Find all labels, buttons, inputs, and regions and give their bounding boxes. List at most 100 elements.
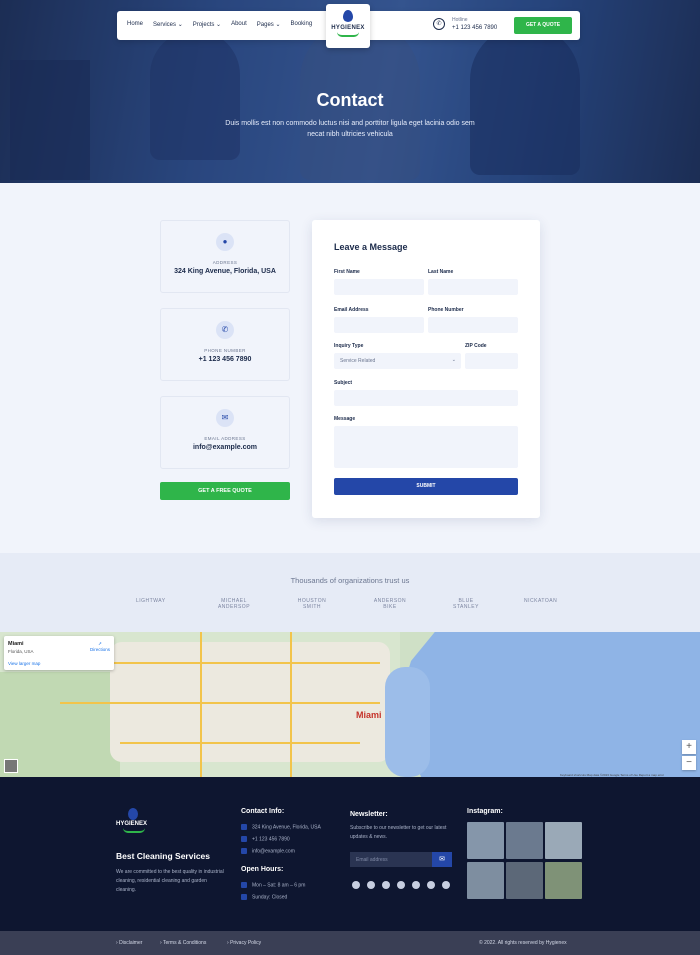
hours-sunday: Sunday: Closed [241,894,287,900]
last-name-input[interactable] [428,279,518,295]
instagram-thumbnail[interactable] [467,862,504,899]
inquiry-type-select[interactable]: Service Related ⌄ [334,353,461,369]
instagram-thumbnail[interactable] [506,862,543,899]
contact-info-heading: Contact Info: [241,808,285,815]
chevron-right-icon: › [160,940,162,946]
site-logo[interactable]: HYGIENEX [326,4,370,48]
envelope-icon [241,848,247,854]
google-map[interactable]: Miami Miami Florida, USA View larger map… [0,632,700,777]
nav-about[interactable]: About [231,21,247,28]
email-value[interactable]: info@example.com [161,444,289,451]
linkedin-icon[interactable] [412,881,420,889]
logo-text: HYGIENEX [331,25,365,31]
email-input[interactable] [334,317,424,333]
phone-icon: ✆ [216,321,234,339]
instagram-thumbnail[interactable] [506,822,543,859]
map-bay [385,667,430,777]
message-textarea[interactable] [334,426,518,468]
map-road [120,742,360,744]
footer-address-text: 324 King Avenue, Florida, USA [252,824,321,831]
nav-pages[interactable]: Pages ⌄ [257,21,281,28]
first-name-label: First Name [334,269,360,275]
zoom-out-button[interactable]: − [682,756,696,770]
water-drop-icon [343,10,353,22]
phone-label: PHONE NUMBER [204,348,246,353]
water-drop-icon [128,808,138,820]
whatsapp-icon[interactable] [427,881,435,889]
footer-phone[interactable]: +1 123 456 7890 [241,836,290,842]
submit-button[interactable]: SUBMIT [334,478,518,495]
footer-logo-text[interactable]: HYGIENEX [116,821,147,827]
newsletter-text: Subscribe to our newsletter to get our l… [350,825,447,840]
subject-input[interactable] [334,390,518,406]
brand-logo: BLUE STANLEY [453,598,479,610]
contact-form: Leave a Message First Name Last Name Ema… [312,220,540,518]
brand-logo: ANDERSON BIKE [373,598,407,610]
inquiry-type-value: Service Related [340,358,376,364]
zip-input[interactable] [465,353,518,369]
youtube-icon[interactable] [382,881,390,889]
phone-input[interactable] [428,317,518,333]
clock-icon [241,882,247,888]
instagram-thumbnail[interactable] [545,822,582,859]
zip-label: ZIP Code [465,343,487,349]
view-larger-map-link[interactable]: View larger map [8,661,40,666]
map-road [60,702,380,704]
logo-swoosh [337,32,359,37]
directions-label: Directions [90,647,111,652]
terms-link[interactable]: › Terms & Conditions [160,940,206,946]
privacy-link[interactable]: › Privacy Policy [227,940,261,946]
nav-booking[interactable]: Booking [291,21,313,28]
instagram-thumbnail[interactable] [545,862,582,899]
envelope-icon: ✉ [216,409,234,427]
street-view-icon[interactable] [4,759,18,773]
chevron-right-icon: › [116,940,118,946]
dribbble-icon[interactable] [442,881,450,889]
brand-logo: LIGHTWAY [136,598,166,604]
trust-title: Thousands of organizations trust us [290,576,410,585]
bottom-bar [0,931,700,955]
chevron-down-icon: ⌄ [451,357,456,363]
email-label: EMAIL ADDRESS [204,436,246,441]
get-free-quote-button[interactable]: GET A FREE QUOTE [160,482,290,500]
instagram-icon[interactable] [397,881,405,889]
newsletter-email-input[interactable]: Email address [350,852,432,867]
nav-services[interactable]: Services ⌄ [153,21,183,28]
get-quote-button[interactable]: GET A QUOTE [514,17,572,34]
footer-about-title: Best Cleaning Services [116,851,211,861]
clock-icon [241,894,247,900]
nav-links: Home Services ⌄ Projects ⌄ About Pages ⌄… [127,21,312,28]
twitter-icon[interactable] [367,881,375,889]
footer-email[interactable]: info@example.com [241,848,295,854]
map-state: Florida, USA [8,649,34,654]
address-label: ADDRESS [212,260,238,265]
footer-phone-text: +1 123 456 7890 [252,836,290,843]
map-city: Miami [8,641,24,647]
instagram-thumbnail[interactable] [467,822,504,859]
trusted-by-section: Thousands of organizations trust us LIGH… [0,553,700,632]
map-green-area [0,672,120,777]
instagram-heading: Instagram: [467,808,503,815]
terms-text: Terms & Conditions [162,940,207,946]
copyright-text: © 2022. All rights reserved by Hygienex [479,940,567,946]
nav-projects[interactable]: Projects ⌄ [193,21,221,28]
last-name-label: Last Name [428,269,454,275]
directions-link[interactable]: ➚ Directions [90,641,110,652]
nav-home[interactable]: Home [127,21,143,28]
phone-icon: ✆ [433,18,445,30]
phone-value[interactable]: +1 123 456 7890 [161,356,289,363]
first-name-input[interactable] [334,279,424,295]
email-card: ✉ EMAIL ADDRESS info@example.com [160,396,290,469]
hours-weekdays: Mon – Sat: 8 am – 6 pm [241,882,305,888]
disclaimer-text: Disclaimer [119,940,143,946]
hours-weekdays-text: Mon – Sat: 8 am – 6 pm [252,882,306,889]
map-road [200,632,202,777]
hotline-number[interactable]: +1 123 456 7890 [452,25,497,31]
zoom-in-button[interactable]: + [682,740,696,754]
phone-label: Phone Number [428,307,464,313]
chevron-right-icon: › [227,940,229,946]
facebook-icon[interactable] [352,881,360,889]
footer-email-text: info@example.com [252,848,295,855]
disclaimer-link[interactable]: › Disclaimer [116,940,142,946]
newsletter-submit-button[interactable]: ✉ [432,852,452,867]
